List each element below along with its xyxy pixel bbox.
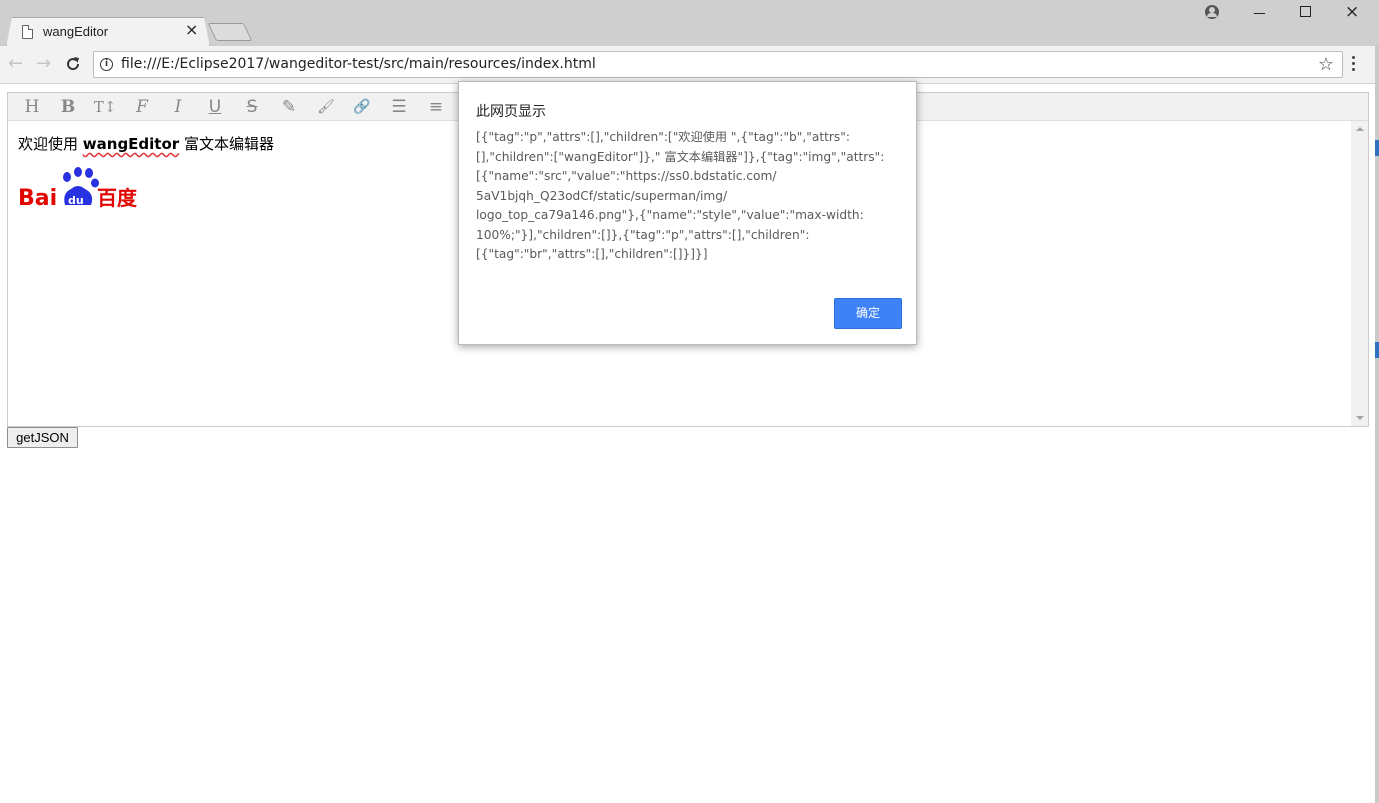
tab-close-icon[interactable]: × <box>185 20 198 39</box>
paragraph-bold-text: wangEditor <box>82 135 180 153</box>
url-text[interactable]: file:///E:/Eclipse2017/wangeditor-test/s… <box>121 56 596 72</box>
alert-title: 此网页显示 <box>476 104 546 120</box>
bookmark-star-icon[interactable]: ☆ <box>1318 54 1334 75</box>
baidu-logo-image[interactable]: Bai du 百度 <box>18 165 142 211</box>
getjson-button[interactable]: getJSON <box>7 427 78 448</box>
list-icon[interactable]: ☰ <box>387 96 411 118</box>
font-family-icon[interactable]: F <box>130 96 154 118</box>
editor-scrollbar[interactable] <box>1351 121 1368 426</box>
browser-tab[interactable]: wangEditor × <box>6 17 210 47</box>
alert-message: [{"tag":"p","attrs":[],"children":["欢迎使用… <box>476 130 885 261</box>
scroll-down-arrow-icon[interactable] <box>1356 416 1364 420</box>
paragraph-text-before: 欢迎使用 <box>18 135 83 153</box>
link-icon[interactable]: 🔗 <box>350 96 374 118</box>
justify-icon[interactable]: ≡ <box>424 96 448 118</box>
reload-icon[interactable] <box>64 55 82 73</box>
forward-arrow-icon[interactable]: → <box>36 54 51 74</box>
logo-text-right: 百度 <box>97 186 138 210</box>
page-icon <box>22 25 33 39</box>
alert-dialog: 此网页显示 [{"tag":"p","attrs":[],"children":… <box>458 81 917 345</box>
heading-icon[interactable]: H <box>20 96 44 118</box>
alert-ok-button[interactable]: 确定 <box>834 298 902 329</box>
editor-paragraph[interactable]: 欢迎使用 wangEditor 富文本编辑器 <box>18 133 274 154</box>
new-tab-button[interactable] <box>207 23 253 41</box>
paragraph-text-after: 富文本编辑器 <box>179 135 274 153</box>
browser-toolbar: ← → i file:///E:/Eclipse2017/wangeditor-… <box>0 46 1379 84</box>
browser-menu-icon[interactable] <box>1352 56 1356 74</box>
tab-title: wangEditor <box>43 24 109 39</box>
logo-text-left: Bai <box>18 186 57 211</box>
back-arrow-icon[interactable]: ← <box>8 54 23 74</box>
strikethrough-icon[interactable]: S <box>240 96 264 118</box>
svg-text:du: du <box>68 194 84 207</box>
account-icon[interactable] <box>1205 5 1219 19</box>
info-icon[interactable]: i <box>100 58 113 71</box>
address-bar[interactable]: i file:///E:/Eclipse2017/wangeditor-test… <box>93 51 1343 78</box>
browser-titlebar: wangEditor × × <box>0 0 1379 46</box>
italic-icon[interactable]: I <box>166 96 190 118</box>
background-color-icon[interactable]: 🖌 <box>314 96 338 118</box>
minimize-icon[interactable] <box>1254 13 1265 14</box>
underline-icon[interactable]: U <box>203 96 227 118</box>
text-color-icon[interactable]: ✎ <box>277 96 301 118</box>
window-edge <box>1375 46 1379 803</box>
scroll-up-arrow-icon[interactable] <box>1356 127 1364 131</box>
bold-icon[interactable]: B <box>56 96 80 118</box>
window-close-icon[interactable]: × <box>1345 2 1359 22</box>
maximize-icon[interactable] <box>1300 6 1311 17</box>
font-size-icon[interactable]: T↕ <box>93 96 117 118</box>
